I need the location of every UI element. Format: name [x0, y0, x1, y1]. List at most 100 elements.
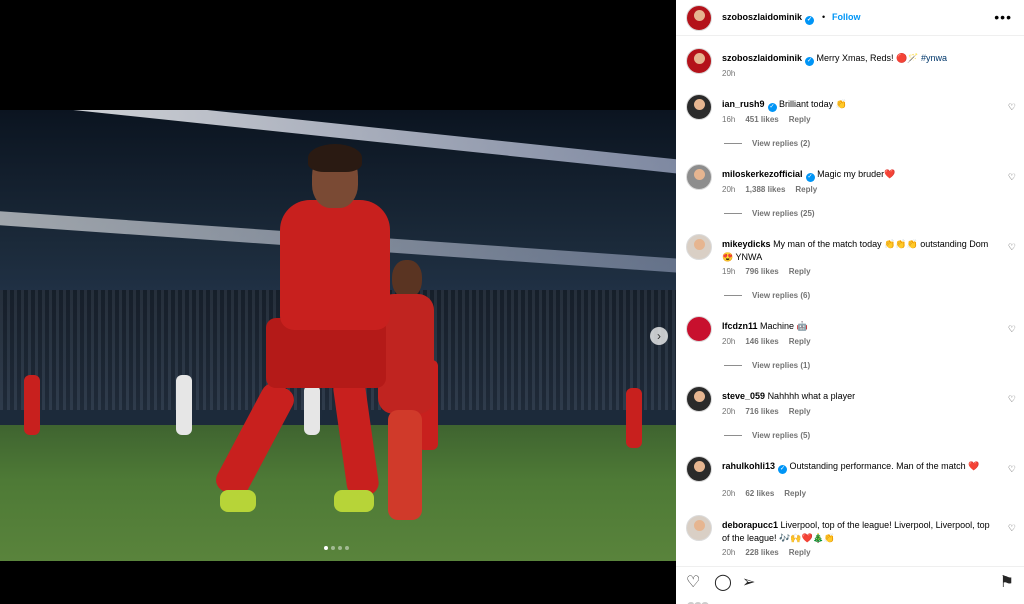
commenter-username[interactable]: mikeydicks: [722, 239, 771, 249]
verified-badge-icon: ✓: [805, 57, 815, 66]
comment-time: 20h: [722, 548, 736, 557]
comment-time: 16h: [722, 115, 736, 124]
comment-body: Outstanding performance. Man of the matc…: [789, 461, 980, 471]
comment-time: 20h: [722, 489, 736, 498]
comment-body: Machine 🤖: [760, 321, 808, 331]
comment-time: 20h: [722, 407, 736, 416]
reply-button[interactable]: Reply: [795, 185, 817, 194]
background-player: [626, 388, 642, 448]
comment-time: 20h: [722, 185, 736, 194]
like-comment-heart-icon[interactable]: ♡: [1008, 324, 1016, 335]
comments-list[interactable]: szoboszlaidominik ✓ Merry Xmas, Reds! 🔴🪄 …: [676, 36, 1024, 566]
reply-button[interactable]: Reply: [789, 548, 811, 557]
view-replies-button[interactable]: View replies (5): [724, 431, 810, 440]
carousel-dot: [345, 546, 349, 550]
carousel-dot: [331, 546, 335, 550]
post-header: szoboszlaidominik ✓ • Follow •••: [676, 0, 1024, 36]
comment-meta: 19h 796 likes Reply: [722, 267, 821, 276]
caption-username[interactable]: szoboszlaidominik: [722, 53, 802, 63]
reply-button[interactable]: Reply: [784, 489, 806, 498]
post-photo[interactable]: [0, 110, 676, 561]
hashtag-link[interactable]: #ynwa: [921, 53, 947, 63]
commenter-username[interactable]: lfcdzn11: [722, 321, 758, 331]
comment-likes[interactable]: 451 likes: [745, 115, 778, 124]
comment-likes[interactable]: 62 likes: [745, 489, 774, 498]
reply-button[interactable]: Reply: [789, 407, 811, 416]
carousel-dot: [324, 546, 328, 550]
caption-time: 20h: [722, 69, 736, 78]
comment-time: 19h: [722, 267, 736, 276]
like-comment-heart-icon[interactable]: ♡: [1008, 172, 1016, 183]
commenter-username[interactable]: rahulkohli13: [722, 461, 775, 471]
commenter-avatar[interactable]: [686, 386, 712, 412]
save-bookmark-icon[interactable]: ⚑: [1000, 575, 1014, 591]
comment-bubble-icon[interactable]: ◯: [714, 575, 732, 591]
like-comment-heart-icon[interactable]: ♡: [1008, 102, 1016, 113]
commenter-avatar[interactable]: [686, 316, 712, 342]
verified-badge-icon: ✓: [767, 103, 777, 112]
comment-meta: 20h 62 likes Reply: [722, 489, 816, 498]
view-replies-button[interactable]: View replies (2): [724, 139, 810, 148]
carousel-indicator: [324, 546, 349, 550]
comment-likes[interactable]: 796 likes: [745, 267, 778, 276]
author-avatar[interactable]: [686, 48, 712, 74]
view-replies-button[interactable]: View replies (1): [724, 361, 810, 370]
more-options-icon[interactable]: •••: [994, 9, 1012, 25]
caption-meta: 20h: [722, 69, 745, 78]
reply-button[interactable]: Reply: [789, 267, 811, 276]
commenter-avatar[interactable]: [686, 234, 712, 260]
post-side-panel: szoboszlaidominik ✓ • Follow ••• szoboszl…: [676, 0, 1024, 604]
author-username[interactable]: szoboszlaidominik ✓: [722, 12, 815, 25]
comment-time: 20h: [722, 337, 736, 346]
view-replies-button[interactable]: View replies (25): [724, 209, 815, 218]
celebrating-player: [211, 144, 410, 530]
view-replies-button[interactable]: View replies (6): [724, 291, 810, 300]
commenter-username[interactable]: steve_059: [722, 391, 765, 401]
carousel-dot: [338, 546, 342, 550]
caption-text: szoboszlaidominik ✓ Merry Xmas, Reds! 🔴🪄 …: [722, 52, 998, 66]
comment-body: Magic my bruder❤️: [817, 169, 896, 179]
commenter-avatar[interactable]: [686, 94, 712, 120]
next-slide-button[interactable]: ›: [650, 327, 668, 345]
comment-body: Nahhhh what a player: [767, 391, 856, 401]
comment-meta: 20h 146 likes Reply: [722, 337, 821, 346]
background-player: [24, 375, 40, 435]
like-heart-icon[interactable]: ♡: [686, 575, 700, 591]
comment-meta: 20h 716 likes Reply: [722, 407, 821, 416]
commenter-username[interactable]: deborapucc1: [722, 520, 778, 530]
comment-text: ian_rush9 ✓ Brilliant today 👏: [722, 98, 998, 112]
author-username-text[interactable]: szoboszlaidominik: [722, 12, 802, 22]
comment-text: steve_059 Nahhhh what a player: [722, 390, 998, 403]
follow-button[interactable]: Follow: [832, 12, 861, 22]
like-comment-heart-icon[interactable]: ♡: [1008, 523, 1016, 534]
comment-likes[interactable]: 716 likes: [745, 407, 778, 416]
post-actions-bar: ♡ ◯ ➢ ⚑: [676, 566, 1024, 604]
comment-likes[interactable]: 1,388 likes: [745, 185, 785, 194]
background-player: [176, 375, 192, 435]
verified-badge-icon: ✓: [805, 16, 815, 25]
commenter-username[interactable]: ian_rush9: [722, 99, 765, 109]
like-comment-heart-icon[interactable]: ♡: [1008, 464, 1016, 475]
separator-dot: •: [822, 12, 826, 22]
commenter-avatar[interactable]: [686, 164, 712, 190]
like-comment-heart-icon[interactable]: ♡: [1008, 242, 1016, 253]
commenter-avatar[interactable]: [686, 515, 712, 541]
post-media: ›: [0, 0, 676, 604]
reply-button[interactable]: Reply: [789, 337, 811, 346]
comment-meta: 20h 228 likes Reply: [722, 548, 821, 557]
author-avatar[interactable]: [686, 5, 712, 31]
comment-likes[interactable]: 146 likes: [745, 337, 778, 346]
comment-text: deborapucc1 Liverpool, top of the league…: [722, 519, 998, 545]
share-paper-plane-icon[interactable]: ➢: [742, 575, 755, 591]
comment-text: rahulkohli13 ✓ Outstanding performance. M…: [722, 460, 998, 474]
comment-text: mikeydicks My man of the match today 👏👏👏…: [722, 238, 998, 264]
commenter-username[interactable]: miloskerkezofficial: [722, 169, 803, 179]
caption-body: Merry Xmas, Reds! 🔴🪄: [816, 53, 921, 63]
verified-badge-icon: ✓: [778, 465, 788, 474]
comment-body: Brilliant today 👏: [779, 99, 847, 109]
commenter-avatar[interactable]: [686, 456, 712, 482]
comment-text: miloskerkezofficial ✓ Magic my bruder❤️: [722, 168, 998, 182]
comment-likes[interactable]: 228 likes: [745, 548, 778, 557]
reply-button[interactable]: Reply: [789, 115, 811, 124]
like-comment-heart-icon[interactable]: ♡: [1008, 394, 1016, 405]
